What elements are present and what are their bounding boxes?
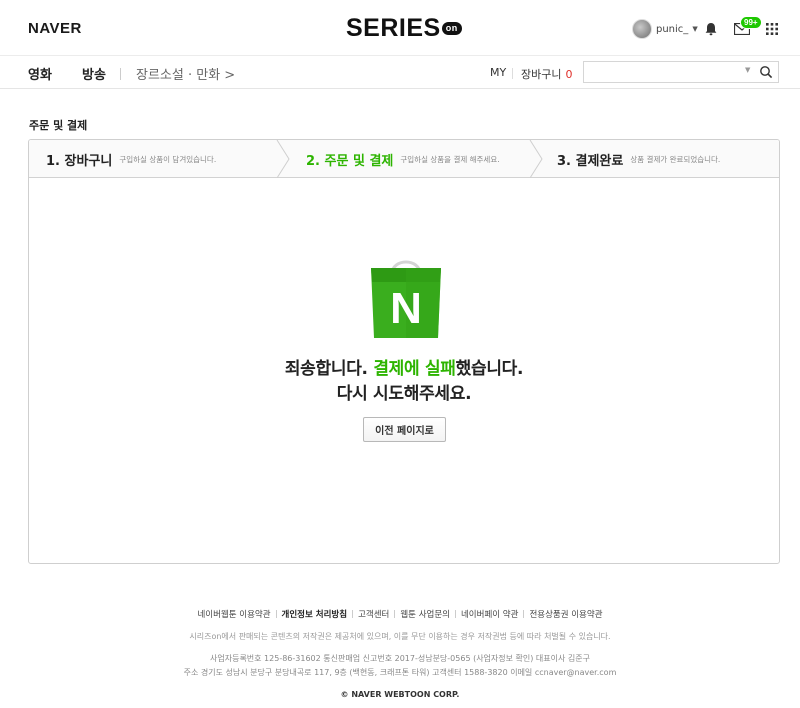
mail-count-badge: 99+ [740, 16, 762, 29]
naver-logo[interactable]: NAVER [28, 20, 82, 37]
apps-grid-icon[interactable] [766, 23, 778, 35]
step-complete: 3. 결제완료 상품 결제가 완료되었습니다. [557, 140, 720, 178]
error-message-line1: 죄송합니다. 결제에 실패했습니다. [29, 354, 779, 379]
search-options-caret-icon[interactable]: ▼ [745, 66, 750, 74]
user-menu[interactable]: punic_ ▼ [632, 19, 698, 39]
step-description: 구입하실 상품이 담겨있습니다. [119, 154, 217, 164]
step-order-payment: 2. 주문 및 결제 구입하실 상품을 결제 해주세요. [306, 140, 500, 178]
nav-broadcast[interactable]: 방송 [82, 64, 106, 83]
footer-address-info: 주소 경기도 성남시 분당구 분당내곡로 117, 9층 (백현동, 크래프톤 … [183, 668, 617, 677]
user-name: punic_ [656, 23, 689, 35]
search-box: ▼ [583, 61, 779, 83]
nav-divider [512, 68, 513, 79]
footer-link-naverpay-terms[interactable]: 네이버페이 약관 [461, 610, 518, 620]
my-link[interactable]: MY [490, 66, 506, 79]
search-input[interactable] [584, 62, 734, 82]
footer-copyright-notice: 시리즈on에서 판매되는 콘텐츠의 저작권은 제공처에 있으며, 이를 무단 이… [189, 632, 611, 641]
nav-movie[interactable]: 영화 [28, 64, 52, 83]
step-description: 상품 결제가 완료되었습니다. [630, 154, 721, 164]
error-message-line2: 다시 시도해주세요. [336, 384, 472, 404]
nav-genre-comics-link[interactable]: 장르소설 · 만화 > [136, 64, 235, 83]
step-title: 3. 결제완료 [557, 153, 624, 169]
footer-link-customer-center[interactable]: 고객센터 [358, 610, 389, 620]
series-on-logo[interactable]: SERIES on [346, 14, 462, 42]
footer-links: 네이버웹툰 이용약관 개인정보 처리방침 고객센터 웹툰 사업문의 네이버페이 약관 전용… [0, 608, 800, 620]
naver-shopping-bag-icon: N [371, 260, 441, 338]
page-title: 주문 및 결제 [29, 119, 88, 132]
step-cart: 1. 장바구니 구입하실 상품이 담겨있습니다. [46, 140, 216, 178]
step-title: 1. 장바구니 [46, 153, 113, 169]
error-message-prefix: 죄송합니다. [284, 359, 374, 379]
back-to-previous-button[interactable]: 이전 페이지로 [363, 417, 446, 442]
footer-link-giftcard-terms[interactable]: 전용상품권 이용약관 [529, 610, 602, 620]
search-icon[interactable] [759, 65, 773, 79]
top-header: NAVER SERIES on punic_ ▼ 99+ [0, 0, 800, 56]
cart-label: 장바구니 [521, 68, 562, 81]
error-message-suffix: 했습니다. [455, 359, 524, 379]
step-chevron-icon [276, 140, 290, 178]
step-description: 구입하실 상품을 결제 해주세요. [400, 154, 500, 164]
step-chevron-icon [529, 140, 543, 178]
caret-down-icon: ▼ [692, 25, 698, 33]
order-panel: 1. 장바구니 구입하실 상품이 담겨있습니다. 2. 주문 및 결제 구입하실… [28, 139, 780, 564]
series-logo-text: SERIES [346, 14, 441, 42]
footer-link-business[interactable]: 웹툰 사업문의 [400, 610, 450, 620]
cart-link[interactable]: 장바구니 0 [521, 66, 572, 82]
bell-icon[interactable] [704, 22, 718, 36]
error-message-highlight: 결제에 실패 [373, 359, 456, 379]
bag-letter: N [390, 284, 422, 333]
footer-link-privacy[interactable]: 개인정보 처리방침 [282, 610, 348, 620]
avatar [632, 19, 652, 39]
step-title: 2. 주문 및 결제 [306, 153, 394, 169]
nav-divider [120, 68, 121, 80]
series-logo-on: on [441, 22, 462, 35]
footer-link-terms[interactable]: 네이버웹툰 이용약관 [197, 610, 270, 620]
footer-copyright: © NAVER WEBTOON CORP. [340, 690, 460, 699]
cart-count: 0 [565, 68, 573, 81]
footer-business-info: 사업자등록번호 125-86-31602 통신판매업 신고번호 2017-성남분… [210, 654, 590, 663]
checkout-steps: 1. 장바구니 구입하실 상품이 담겨있습니다. 2. 주문 및 결제 구입하실… [29, 140, 779, 178]
